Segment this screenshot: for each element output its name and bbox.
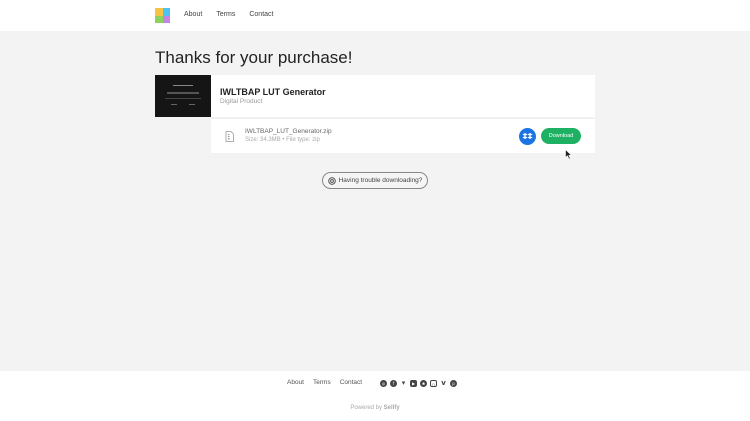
social-links: ◎ f ▾ ▶ ❀ ○ v p: [380, 380, 457, 387]
dribbble-icon[interactable]: ❀: [420, 380, 427, 387]
twitter-icon[interactable]: ▾: [400, 380, 407, 387]
zip-file-icon: [225, 131, 234, 142]
nav-terms-link[interactable]: Terms: [216, 11, 235, 18]
pinterest-icon[interactable]: p: [450, 380, 457, 387]
logo-quadrant: [155, 15, 163, 23]
file-row: IWLTBAP_LUT_Generator.zip Size: 34.3MB •…: [211, 118, 595, 153]
footer-contact-link[interactable]: Contact: [340, 379, 362, 386]
footer-about-link[interactable]: About: [287, 379, 304, 386]
footer: About Terms Contact ◎ f ▾ ▶ ❀ ○ v p Powe…: [0, 371, 750, 421]
dropbox-icon: [522, 133, 533, 139]
facebook-icon[interactable]: f: [390, 380, 397, 387]
top-header: About Terms Contact: [0, 0, 750, 31]
vimeo-icon[interactable]: v: [440, 380, 447, 387]
nav-about-link[interactable]: About: [184, 11, 202, 18]
product-type: Digital Product: [220, 98, 263, 105]
footer-nav: About Terms Contact: [287, 379, 362, 386]
trouble-downloading-label: Having trouble downloading?: [338, 177, 423, 184]
file-name: IWLTBAP_LUT_Generator.zip: [245, 128, 332, 135]
logo-quadrant: [162, 15, 170, 23]
website-icon[interactable]: ◎: [380, 380, 387, 387]
download-button[interactable]: Download: [541, 128, 581, 144]
footer-terms-link[interactable]: Terms: [313, 379, 331, 386]
save-to-dropbox-button[interactable]: [519, 128, 536, 145]
powered-by-prefix: Powered by: [350, 405, 382, 411]
logo-quadrant: [155, 8, 163, 16]
logo-quadrant: [162, 8, 170, 16]
file-meta: Size: 34.3MB • File type: zip: [245, 137, 320, 143]
store-logo[interactable]: [155, 8, 170, 23]
sellfy-brand-link[interactable]: Sellfy: [384, 405, 400, 411]
help-lifebuoy-icon: [327, 176, 336, 185]
nav-contact-link[interactable]: Contact: [249, 11, 273, 18]
product-thumbnail: [155, 75, 211, 117]
top-nav: About Terms Contact: [184, 11, 273, 18]
product-card: IWLTBAP LUT Generator Digital Product: [155, 75, 595, 117]
product-name: IWLTBAP LUT Generator: [220, 87, 326, 97]
page-title: Thanks for your purchase!: [155, 48, 353, 67]
trouble-downloading-button[interactable]: Having trouble downloading?: [322, 172, 428, 189]
mouse-cursor-icon: [565, 149, 573, 160]
youtube-icon[interactable]: ▶: [410, 380, 417, 387]
instagram-icon[interactable]: ○: [430, 380, 437, 387]
powered-by: Powered by Sellfy: [0, 405, 750, 411]
